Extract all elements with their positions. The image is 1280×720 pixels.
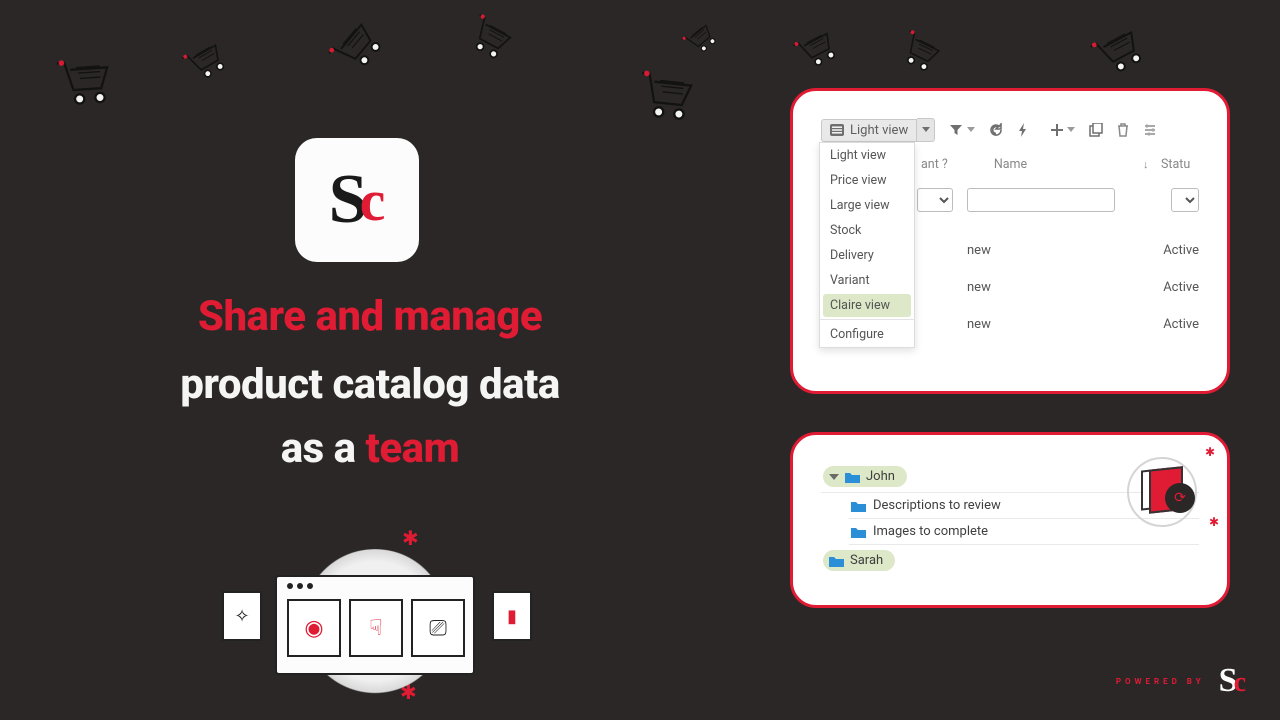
cart-icon [178,35,232,86]
headline-line2: product catalog data [60,353,680,417]
view-menu-item-selected[interactable]: Claire view [823,294,911,317]
folder-icon [845,471,860,483]
list-icon [830,124,844,136]
view-selector-button[interactable]: Light view [821,119,917,142]
column-variant[interactable]: ant ? [917,157,952,172]
headline-line1: Share and manage [60,285,680,349]
toolbar: Light view [821,117,1199,143]
status-filter-select[interactable] [1171,188,1199,212]
folder-icon [829,555,844,567]
column-status[interactable]: ↓Statu [1157,157,1199,172]
bolt-icon[interactable] [1017,123,1029,137]
tree-folder-sarah[interactable]: Sarah [821,545,1199,576]
view-menu-item[interactable]: Variant [820,268,914,293]
powered-by-label: POWERED BY [1116,677,1205,686]
refresh-icon[interactable] [989,123,1003,137]
view-selector-label: Light view [850,123,908,138]
cart-icon [634,67,699,123]
view-menu-item[interactable]: Price view [820,168,914,193]
plus-icon[interactable] [1051,124,1063,136]
cart-icon [679,18,722,60]
footer-logo: Sc [1219,662,1246,700]
sort-desc-icon: ↓ [1143,158,1149,171]
column-name[interactable]: Name [990,157,1140,172]
variant-filter-select[interactable] [917,188,953,212]
chevron-down-icon[interactable] [1067,127,1075,133]
apps-illustration: ✧ ◉ ☟ ⎚ ▮ [240,545,510,715]
chevron-down-icon[interactable] [967,127,975,133]
view-menu-item[interactable]: Delivery [820,243,914,268]
cart-icon [52,54,115,108]
cart-icon [1086,20,1151,81]
copy-icon[interactable] [1089,123,1103,137]
views-panel: Light view Light view Price view Large v… [790,88,1230,394]
folders-panel: John Descriptions to review Images to co… [790,432,1230,608]
app-logo: Sc [295,138,419,262]
folder-icon [851,500,866,512]
view-menu: Light view Price view Large view Stock D… [819,142,915,348]
view-menu-item[interactable]: Light view [820,143,914,168]
view-menu-item[interactable]: Large view [820,193,914,218]
chevron-down-icon [922,127,930,133]
view-menu-configure[interactable]: Configure [820,322,914,347]
name-filter-input[interactable] [967,188,1115,212]
headline-line3: as a team [60,417,680,481]
footer: POWERED BY Sc [1116,662,1246,700]
cart-icon [893,26,946,76]
cart-icon [789,24,843,75]
folder-icon [851,526,866,538]
filter-icon[interactable] [949,123,963,137]
binder-illustration: ✱ ⟳ ✱ [1121,453,1209,533]
headline: Share and manage product catalog data as… [60,285,680,481]
cart-icon [461,10,518,64]
view-selector-caret[interactable] [917,118,935,142]
sliders-icon[interactable] [1143,123,1157,137]
chevron-down-icon [829,473,839,481]
view-menu-item[interactable]: Stock [820,218,914,243]
cart-icon [323,14,388,80]
trash-icon[interactable] [1117,123,1129,137]
